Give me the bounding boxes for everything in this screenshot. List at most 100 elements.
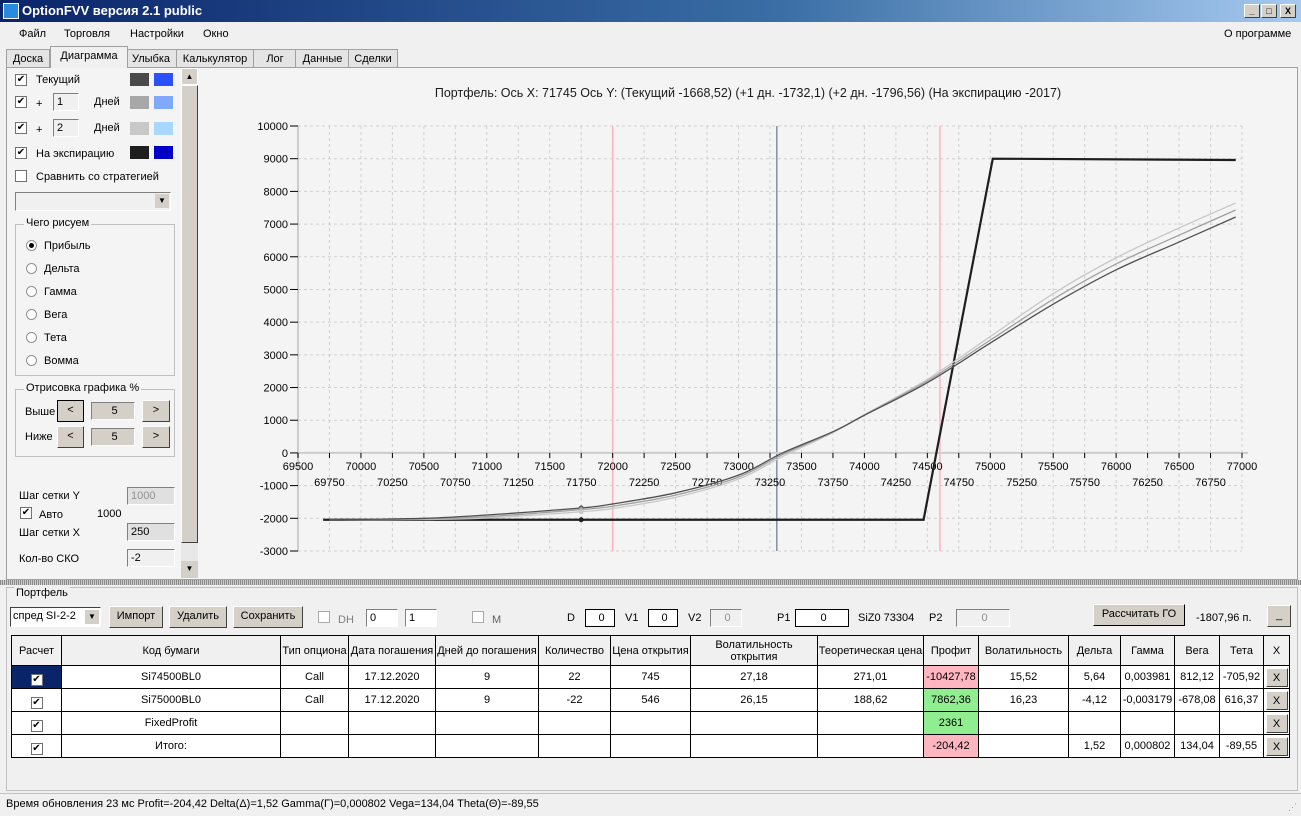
column-header[interactable]: Дата погашения — [348, 635, 436, 666]
column-header[interactable]: Тета — [1219, 635, 1264, 666]
x-tick-label: 70000 — [346, 461, 377, 473]
column-header[interactable]: Количество — [538, 635, 611, 666]
calc-checkbox[interactable]: ✔ — [30, 673, 43, 686]
cell-qty: 22 — [538, 665, 611, 689]
delete-button[interactable]: Удалить — [169, 606, 227, 628]
series-current — [329, 216, 1236, 521]
column-header[interactable]: X — [1263, 635, 1290, 666]
y-tick-label: -2000 — [260, 513, 288, 525]
cell-date: 17.12.2020 — [348, 665, 436, 689]
cell-days: 9 — [435, 665, 539, 689]
m-checkbox[interactable] — [472, 611, 484, 623]
x-tick-label: 74250 — [881, 477, 912, 489]
cell-vega: -678,08 — [1174, 688, 1220, 712]
cell-gamma: 0,000802 — [1120, 734, 1175, 758]
cell-profit: -204,42 — [923, 734, 979, 758]
p2-label: P2 — [929, 612, 943, 624]
x-tick-label: 70250 — [377, 477, 408, 489]
cell-code: Итого: — [61, 734, 281, 758]
x-tick-label: 74000 — [849, 461, 880, 473]
p1-input[interactable]: 0 — [795, 609, 849, 627]
column-header[interactable]: Тип опциона — [280, 635, 349, 666]
resize-grip-icon[interactable]: ⋰ — [1288, 802, 1297, 813]
y-tick-label: 7000 — [264, 219, 288, 231]
calc-cell[interactable]: ✔ — [11, 665, 62, 689]
cell-vega: 134,04 — [1174, 734, 1220, 758]
go-value: -1807,96 п. — [1196, 612, 1252, 624]
column-header[interactable]: Дней до погашения — [435, 635, 539, 666]
cell-date: 17.12.2020 — [348, 688, 436, 712]
calc-cell[interactable]: ✔ — [11, 734, 62, 758]
profit-chart[interactable]: Портфель: Ось X: 71745 Ось Y: (Текущий -… — [0, 0, 1301, 580]
x-tick-label: 72250 — [629, 477, 660, 489]
import-button[interactable]: Импорт — [109, 606, 163, 628]
v2-label: V2 — [688, 612, 702, 624]
y-tick-label: -3000 — [260, 546, 288, 558]
cell-code: FixedProfit — [61, 711, 281, 735]
calc-checkbox[interactable]: ✔ — [30, 696, 43, 709]
cell-days — [435, 711, 539, 735]
x-tick-label: 74500 — [912, 461, 943, 473]
splitter[interactable] — [0, 580, 1301, 585]
column-header[interactable]: Гамма — [1120, 635, 1175, 666]
table-row[interactable]: ✔ FixedProfit 2361 X — [11, 711, 1290, 735]
cell-type — [280, 734, 349, 758]
remove-cell: X — [1263, 711, 1290, 735]
remove-row-button[interactable]: X — [1265, 713, 1288, 733]
cell-vol_open: 26,15 — [690, 688, 818, 712]
p1-label: P1 — [777, 612, 791, 624]
column-header[interactable]: Волатильность — [978, 635, 1069, 666]
cell-days — [435, 734, 539, 758]
strategy-dropdown[interactable]: спред SI-2-2 ▼ — [10, 607, 101, 627]
spin1-input[interactable]: 0 — [366, 609, 398, 627]
column-header[interactable]: Расчет — [11, 635, 62, 666]
remove-row-button[interactable]: X — [1265, 736, 1288, 756]
cell-theor: 188,62 — [817, 688, 924, 712]
column-header[interactable]: Дельта — [1068, 635, 1121, 666]
column-header[interactable]: Цена открытия — [610, 635, 691, 666]
x-tick-label: 69500 — [283, 461, 314, 473]
column-header[interactable]: Волатильность открытия — [690, 635, 818, 666]
table-row[interactable]: ✔ Итого: -204,42 1,52 0,000802 134,04 -89,55 X — [11, 734, 1290, 758]
cell-type: Call — [280, 688, 349, 712]
d-input[interactable]: 0 — [585, 609, 615, 627]
column-header[interactable]: Профит — [923, 635, 979, 666]
spin2-input[interactable]: 1 — [405, 609, 437, 627]
cell-price — [610, 734, 691, 758]
table-row[interactable]: ✔ Si75000BL0 Call 17.12.2020 9 -22 546 26,15 188… — [11, 688, 1290, 712]
calc-checkbox[interactable]: ✔ — [30, 742, 43, 755]
calc-go-button[interactable]: Рассчитать ГО — [1093, 604, 1185, 626]
calc-cell[interactable]: ✔ — [11, 688, 62, 712]
table-row[interactable]: ✔ Si74500BL0 Call 17.12.2020 9 22 745 27,18 271,… — [11, 665, 1290, 689]
portfolio-title: Портфель — [14, 587, 70, 599]
calc-checkbox[interactable]: ✔ — [30, 719, 43, 732]
x-tick-label: 75000 — [975, 461, 1006, 473]
v1-label: V1 — [625, 612, 639, 624]
save-button[interactable]: Сохранить — [233, 606, 303, 628]
cell-date — [348, 711, 436, 735]
collapse-button[interactable]: _ — [1267, 605, 1291, 627]
remove-row-button[interactable]: X — [1265, 690, 1288, 710]
dh-checkbox[interactable] — [318, 611, 330, 623]
series-expiry — [323, 157, 1236, 521]
y-tick-label: 0 — [282, 448, 288, 460]
cell-gamma — [1120, 711, 1175, 735]
v1-input[interactable]: 0 — [648, 609, 678, 627]
cell-theor — [817, 734, 924, 758]
p2-input[interactable]: 0 — [956, 609, 1010, 627]
x-tick-label: 76250 — [1132, 477, 1163, 489]
y-tick-label: 3000 — [264, 350, 288, 362]
strategy-value: спред SI-2-2 — [13, 610, 76, 622]
cell-price — [610, 711, 691, 735]
y-tick-label: 2000 — [264, 383, 288, 395]
chevron-down-icon[interactable]: ▼ — [85, 610, 99, 624]
v2-input[interactable]: 0 — [710, 609, 742, 627]
x-tick-label: 73750 — [818, 477, 849, 489]
cell-vol_open — [690, 711, 818, 735]
calc-cell[interactable]: ✔ — [11, 711, 62, 735]
column-header[interactable]: Теоретическая цена — [817, 635, 924, 666]
remove-row-button[interactable]: X — [1265, 667, 1288, 687]
column-header[interactable]: Код бумаги — [61, 635, 281, 666]
column-header[interactable]: Вега — [1174, 635, 1220, 666]
tab-diagram[interactable]: Диаграмма — [50, 46, 128, 68]
